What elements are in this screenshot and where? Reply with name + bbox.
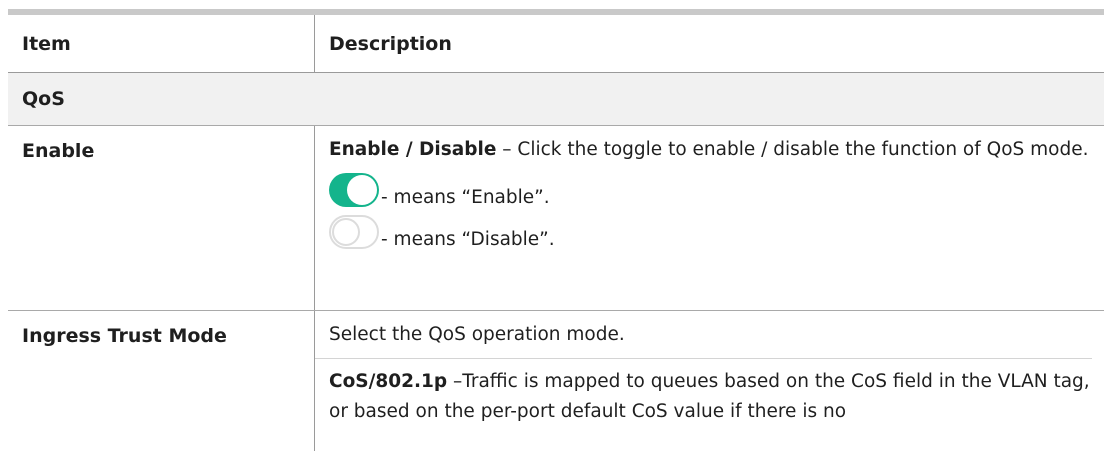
section-title: QoS bbox=[22, 88, 65, 110]
toggle-on-icon bbox=[329, 173, 379, 207]
trust-desc-bold: CoS/802.1p bbox=[329, 371, 448, 392]
table-row-ingress-trust-mode: Ingress Trust Mode Select the QoS operat… bbox=[8, 311, 1104, 451]
trust-desc-para2: CoS/802.1p –Traffic is mapped to queues … bbox=[329, 367, 1092, 427]
description-enable: Enable / Disable – Click the toggle to e… bbox=[314, 126, 1104, 310]
toggle-on-text: - means “Enable”. bbox=[381, 187, 550, 208]
toggle-on-line: - means “Enable”. bbox=[329, 165, 1092, 208]
toggle-off-line: - means “Disable”. bbox=[329, 207, 1092, 250]
description-table: Item Description QoS Enable Enable / Dis… bbox=[8, 9, 1104, 451]
header-item: Item bbox=[22, 32, 71, 55]
enable-description: Enable / Disable – Click the toggle to e… bbox=[329, 135, 1092, 165]
header-description: Description bbox=[314, 15, 1104, 72]
table-row-enable: Enable Enable / Disable – Click the togg… bbox=[8, 126, 1104, 311]
toggle-off-icon bbox=[329, 215, 379, 249]
toggle-off-text: - means “Disable”. bbox=[381, 229, 555, 250]
item-ingress-trust-mode: Ingress Trust Mode bbox=[22, 325, 227, 347]
enable-desc-text: – Click the toggle to enable / disable t… bbox=[496, 139, 1089, 160]
description-ingress-trust-mode: Select the QoS operation mode. CoS/802.1… bbox=[314, 311, 1104, 451]
trust-desc-line1: Select the QoS operation mode. bbox=[329, 324, 625, 345]
section-row-qos: QoS bbox=[8, 73, 1104, 126]
table-header-row: Item Description bbox=[8, 15, 1104, 73]
enable-desc-bold: Enable / Disable bbox=[329, 139, 497, 160]
divider bbox=[315, 358, 1092, 359]
item-enable: Enable bbox=[22, 140, 95, 162]
